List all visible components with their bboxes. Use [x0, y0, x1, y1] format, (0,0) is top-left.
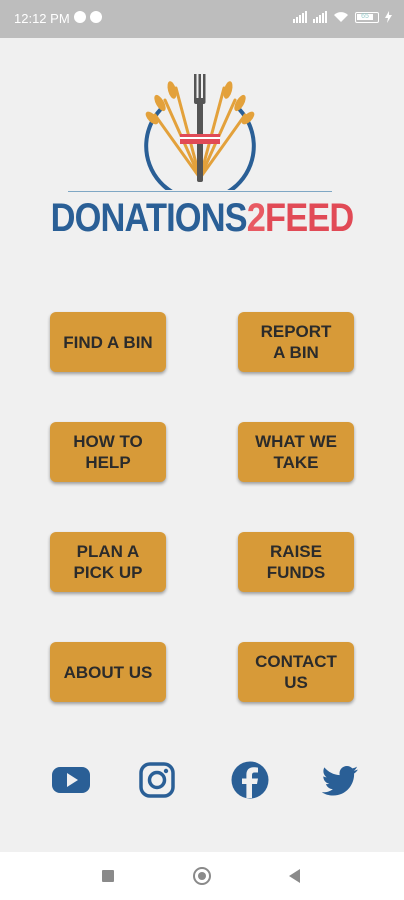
wifi-icon [334, 12, 348, 22]
logo-text-feed: FEED [265, 196, 354, 240]
status-indicators: 65 [293, 11, 392, 23]
notification-icon [90, 11, 102, 23]
battery-icon: 65 [355, 11, 379, 23]
logo-divider [68, 191, 332, 192]
twitter-icon[interactable] [320, 760, 360, 800]
home-button[interactable] [193, 867, 211, 885]
find-a-bin-button[interactable]: FIND A BIN [50, 312, 166, 372]
charging-icon [385, 11, 392, 23]
report-a-bin-button[interactable]: REPORT A BIN [238, 312, 354, 372]
contact-us-button[interactable]: CONTACT US [238, 642, 354, 702]
app-logo: DONATIONS2FEED [0, 70, 404, 250]
how-to-help-button[interactable]: HOW TO HELP [50, 422, 166, 482]
signal-icon [293, 11, 307, 23]
raise-funds-button[interactable]: RAISE FUNDS [238, 532, 354, 592]
youtube-icon[interactable] [51, 760, 91, 800]
about-us-button[interactable]: ABOUT US [50, 642, 166, 702]
logo-wordmark: DONATIONS2FEED [28, 196, 375, 241]
wheat-fork-emblem [144, 74, 256, 190]
facebook-icon[interactable] [230, 760, 270, 800]
plan-a-pick-up-button[interactable]: PLAN A PICK UP [50, 532, 166, 592]
instagram-icon[interactable] [137, 760, 177, 800]
system-nav-bar [0, 852, 404, 900]
notification-icons [74, 11, 102, 23]
battery-level: 65 [357, 13, 373, 20]
recents-button[interactable] [102, 870, 114, 882]
notification-icon [74, 11, 86, 23]
status-time: 12:12 PM [14, 11, 70, 26]
back-button[interactable] [289, 869, 300, 883]
signal-icon [313, 11, 327, 23]
logo-text-number: 2 [246, 196, 266, 240]
what-we-take-button[interactable]: WHAT WE TAKE [238, 422, 354, 482]
status-bar: 12:12 PM 65 [0, 0, 404, 38]
logo-text-donations: DONATIONS [50, 196, 248, 240]
